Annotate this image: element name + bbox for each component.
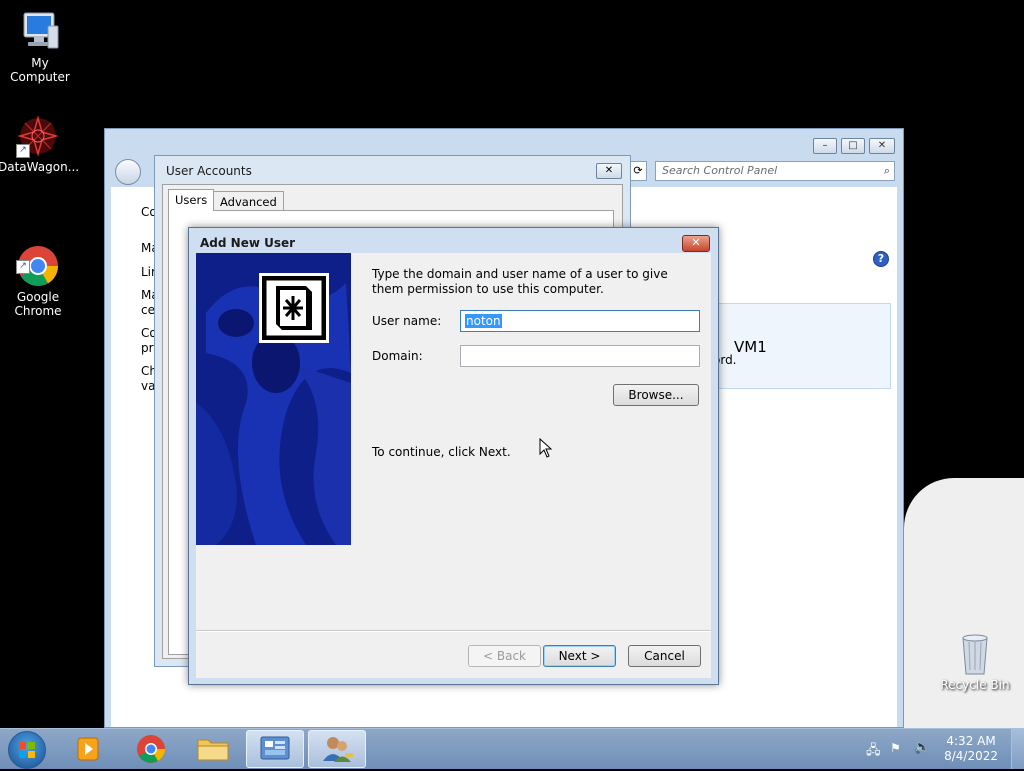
computer-icon: [18, 10, 62, 54]
add-new-user-body: Type the domain and user name of a user …: [196, 253, 711, 678]
datawagon-icon: ↗: [16, 114, 60, 158]
taskbar-user-accounts[interactable]: [308, 730, 366, 768]
desktop-icon-label: Google Chrome: [14, 290, 62, 318]
control-panel-titlebar: – □ ✕: [105, 129, 903, 157]
add-new-user-title: Add New User: [200, 236, 296, 250]
cancel-button[interactable]: Cancel: [628, 645, 701, 667]
clock[interactable]: 4:32 AM 8/4/2022: [944, 734, 998, 764]
desktop-icon-label: My Computer: [10, 56, 70, 84]
next-button[interactable]: Next >: [543, 645, 616, 667]
taskbar-chrome[interactable]: [122, 730, 180, 768]
search-icon: ⌕: [883, 164, 890, 177]
add-new-user-close-button[interactable]: ✕: [682, 235, 710, 252]
desktop-icon-label: DataWagon...: [0, 160, 80, 174]
media-player-icon: [77, 737, 99, 761]
search-placeholder: Search Control Panel: [662, 164, 778, 177]
shortcut-arrow-icon: ↗: [16, 144, 30, 158]
taskbar: 🖧 ⚑ 🔈 4:32 AM 8/4/2022: [0, 728, 1024, 769]
desktop-icon-recycle-bin[interactable]: Recycle Bin: [935, 632, 1015, 692]
tab-users[interactable]: Users: [168, 189, 215, 211]
tab-advanced[interactable]: Advanced: [213, 191, 284, 211]
windows-logo-icon: [19, 742, 35, 758]
browse-button[interactable]: Browse...: [613, 384, 699, 406]
add-new-user-dialog: Add New User ✕ Type the domain and user …: [188, 227, 719, 685]
user-accounts-title: User Accounts: [166, 164, 252, 178]
recycle-bin-icon: [953, 632, 997, 676]
action-center-flag-icon[interactable]: ⚑: [890, 741, 906, 757]
desktop-icon-datawagon[interactable]: ↗ DataWagon...: [0, 114, 80, 174]
search-input[interactable]: Search Control Panel ⌕: [655, 161, 895, 181]
volume-icon[interactable]: 🔈: [914, 740, 930, 756]
taskbar-media-player[interactable]: [60, 730, 118, 768]
mouse-cursor-icon: [539, 438, 553, 458]
start-button[interactable]: [8, 731, 46, 769]
instruction-text: Type the domain and user name of a user …: [372, 267, 668, 296]
clock-date: 8/4/2022: [944, 749, 998, 763]
users-icon: [323, 737, 353, 762]
taskbar-explorer[interactable]: [184, 730, 242, 768]
desktop-icon-label: Recycle Bin: [940, 678, 1010, 692]
chrome-icon: [137, 735, 165, 763]
shortcut-arrow-icon: ↗: [16, 260, 30, 274]
maximize-button[interactable]: □: [841, 138, 865, 154]
refresh-icon[interactable]: ⟳: [629, 161, 647, 181]
left-text: ce: [141, 303, 155, 317]
network-icon[interactable]: 🖧: [866, 741, 882, 758]
divider: [196, 630, 711, 632]
control-panel-icon: [260, 736, 290, 760]
continue-text: To continue, click Next.: [372, 445, 511, 459]
desktop-icon-google-chrome[interactable]: ↗ Google Chrome: [0, 216, 78, 332]
folder-icon: [197, 739, 229, 761]
domain-input[interactable]: [460, 345, 700, 367]
help-icon[interactable]: ?: [873, 251, 889, 267]
username-input[interactable]: noton: [460, 310, 700, 332]
vm-name: VM1: [734, 338, 767, 356]
username-value: noton: [465, 314, 502, 328]
user-accounts-close-button[interactable]: ✕: [596, 163, 622, 179]
back-nav-button[interactable]: [115, 159, 141, 185]
clock-time: 4:32 AM: [946, 734, 996, 748]
taskbar-control-panel[interactable]: [246, 730, 304, 768]
desktop-icon-my-computer[interactable]: My Computer: [0, 10, 80, 84]
user-card-icon: [259, 273, 329, 343]
minimize-button[interactable]: –: [813, 138, 837, 154]
wizard-banner-image: [196, 253, 351, 545]
back-button[interactable]: < Back: [468, 645, 541, 667]
domain-label: Domain:: [372, 349, 423, 363]
show-desktop-button[interactable]: [1011, 729, 1024, 769]
chrome-icon: ↗: [16, 230, 60, 286]
close-button[interactable]: ✕: [869, 138, 895, 154]
username-label: User name:: [372, 314, 442, 328]
